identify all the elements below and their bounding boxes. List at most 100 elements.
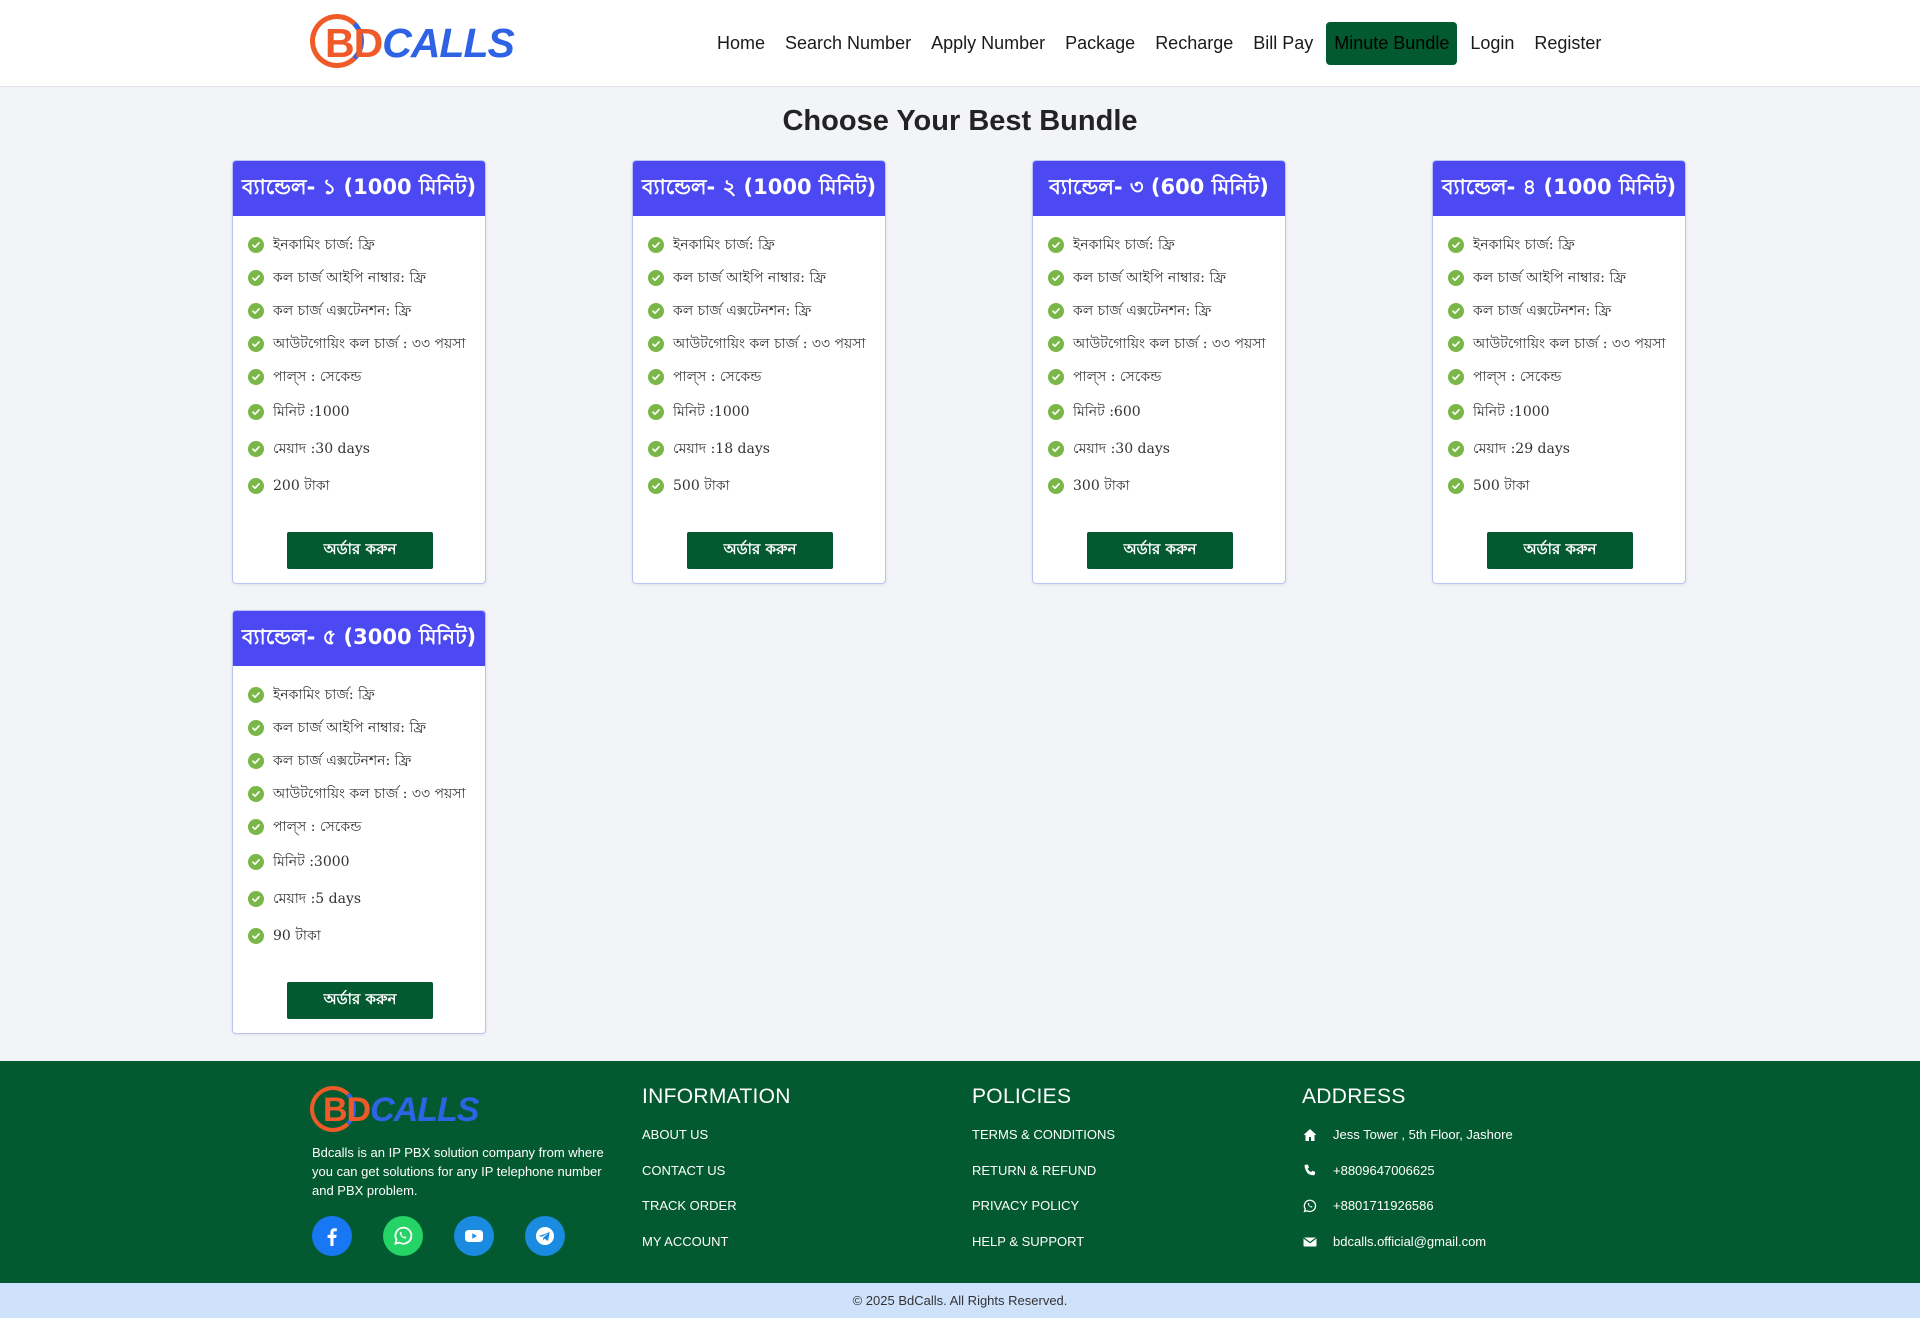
bundle-feature-text: কল চার্জ আইপি নাম্বার: ফ্রি [273,719,427,736]
footer-about-text: Bdcalls is an IP PBX solution company fr… [312,1145,604,1198]
address-phone-text[interactable]: +8809647006625 [1333,1163,1435,1178]
footer-link-terms[interactable]: TERMS & CONDITIONS [972,1127,1115,1163]
check-circle-icon [648,236,664,253]
youtube-icon[interactable] [454,1216,494,1256]
check-circle-icon [248,440,264,457]
order-button[interactable]: অর্ডার করুন [287,532,433,569]
check-circle-icon [648,403,664,420]
bundle-feature: কল চার্জ এক্সটেনশন: ফ্রি [1048,294,1285,327]
bundle-price-text: 200 টাকা [273,477,330,494]
order-button[interactable]: অর্ডার করুন [287,982,433,1019]
address-whatsapp: +8801711926586 [1302,1198,1513,1234]
nav-login[interactable]: Login [1460,22,1524,65]
bundle-feature: কল চার্জ আইপি নাম্বার: ফ্রি [1448,261,1685,294]
bundle-feature: কল চার্জ আইপি নাম্বার: ফ্রি [248,711,485,744]
bundle-feature-text: কল চার্জ আইপি নাম্বার: ফ্রি [273,269,427,286]
logo-bd-text: BD [323,1090,371,1129]
facebook-icon[interactable] [312,1216,352,1256]
address-phone: +8809647006625 [1302,1163,1513,1199]
information-heading: INFORMATION [642,1085,791,1108]
bundle-minutes: মিনিট :600 [1048,393,1285,430]
bundle-card: ব্যান্ডেল- ১ (1000 মিনিট) ইনকামিং চার্জ: … [232,160,486,584]
footer-link-return-refund[interactable]: RETURN & REFUND [972,1163,1115,1199]
address-whatsapp-text[interactable]: +8801711926586 [1333,1198,1434,1213]
footer-link-my-account[interactable]: MY ACCOUNT [642,1234,791,1270]
check-circle-icon [1448,335,1464,352]
check-circle-icon [648,302,664,319]
footer-address: ADDRESS Jess Tower , 5th Floor, Jashore … [1302,1085,1513,1269]
footer-link-contact-us[interactable]: CONTACT US [642,1163,791,1199]
bundle-feature-text: কল চার্জ এক্সটেনশন: ফ্রি [1073,302,1212,319]
bundle-feature-text: কল চার্জ আইপি নাম্বার: ফ্রি [673,269,827,286]
check-circle-icon [248,818,264,835]
footer-link-track-order[interactable]: TRACK ORDER [642,1198,791,1234]
footer-link-privacy[interactable]: PRIVACY POLICY [972,1198,1115,1234]
home-icon [1302,1127,1318,1143]
bundle-feature: কল চার্জ আইপি নাম্বার: ফ্রি [648,261,885,294]
bundle-validity: মেয়াদ :5 days [248,880,485,917]
bundle-validity-text: মেয়াদ :18 days [673,440,770,457]
bundle-feature-text: আউটগোয়িং কল চার্জ : ৩৩ পয়সা [273,785,466,802]
nav-apply-number[interactable]: Apply Number [921,22,1055,65]
logo-calls-text: CALLS [370,1090,479,1129]
check-circle-icon [248,686,264,703]
bundle-title: ব্যান্ডেল- ৩ (600 মিনিট) [1033,161,1285,216]
bundle-card: ব্যান্ডেল- ৩ (600 মিনিট) ইনকামিং চার্জ: ফ… [1032,160,1286,584]
address-email: bdcalls.official@gmail.com [1302,1234,1513,1270]
bundle-feature-text: কল চার্জ এক্সটেনশন: ফ্রি [273,752,412,769]
check-circle-icon [1448,269,1464,286]
address-location: Jess Tower , 5th Floor, Jashore [1302,1127,1513,1163]
bundle-feature: আউটগোয়িং কল চার্জ : ৩৩ পয়সা [1048,327,1285,360]
check-circle-icon [248,927,264,944]
bundle-minutes-text: মিনিট :1000 [673,403,750,420]
check-circle-icon [248,719,264,736]
bundle-title: ব্যান্ডেল- ২ (1000 মিনিট) [633,161,885,216]
bundle-minutes-text: মিনিট :600 [1073,403,1141,420]
site-footer: BD CALLS Bdcalls is an IP PBX solution co… [0,1061,1920,1283]
whatsapp-icon[interactable] [383,1216,423,1256]
mail-icon [1302,1234,1318,1250]
bundle-feature-text: ইনকামিং চার্জ: ফ্রি [1073,236,1175,253]
check-circle-icon [248,477,264,494]
order-button[interactable]: অর্ডার করুন [687,532,833,569]
bundle-validity: মেয়াদ :30 days [248,430,485,467]
footer-logo[interactable]: BD CALLS [310,1085,479,1135]
bundle-feature: ইনকামিং চার্জ: ফ্রি [648,228,885,261]
page-title: Choose Your Best Bundle [782,105,1138,137]
check-circle-icon [648,335,664,352]
bundle-feature-text: পাল্স : সেকেন্ড [673,368,762,385]
nav-recharge[interactable]: Recharge [1145,22,1243,65]
logo-bd-text: BD [325,19,383,66]
nav-home[interactable]: Home [707,22,775,65]
bundle-feature: কল চার্জ এক্সটেনশন: ফ্রি [648,294,885,327]
footer-policies: POLICIES TERMS & CONDITIONS RETURN & REF… [972,1085,1115,1269]
check-circle-icon [648,269,664,286]
nav-register[interactable]: Register [1524,22,1611,65]
check-circle-icon [248,269,264,286]
nav-package[interactable]: Package [1055,22,1145,65]
nav-bill-pay[interactable]: Bill Pay [1243,22,1323,65]
bundle-minutes-text: মিনিট :3000 [273,853,350,870]
bundle-minutes: মিনিট :1000 [248,393,485,430]
bundle-title: ব্যান্ডেল- ৪ (1000 মিনিট) [1433,161,1685,216]
bundle-price: 500 টাকা [648,467,885,504]
bundle-feature-list: ইনকামিং চার্জ: ফ্রি কল চার্জ আইপি নাম্বার… [233,666,485,954]
bundle-feature-text: কল চার্জ আইপি নাম্বার: ফ্রি [1473,269,1627,286]
order-button[interactable]: অর্ডার করুন [1087,532,1233,569]
address-email-text[interactable]: bdcalls.official@gmail.com [1333,1234,1486,1249]
nav-minute-bundle[interactable]: Minute Bundle [1326,22,1458,65]
telegram-icon[interactable] [525,1216,565,1256]
bundle-feature-text: আউটগোয়িং কল চার্জ : ৩৩ পয়সা [673,335,866,352]
check-circle-icon [1048,368,1064,385]
nav-search-number[interactable]: Search Number [775,22,921,65]
footer-link-about-us[interactable]: ABOUT US [642,1127,791,1163]
order-button[interactable]: অর্ডার করুন [1487,532,1633,569]
bundle-feature: আউটগোয়িং কল চার্জ : ৩৩ পয়সা [648,327,885,360]
footer-link-help-support[interactable]: HELP & SUPPORT [972,1234,1115,1270]
check-circle-icon [1448,403,1464,420]
bundle-validity: মেয়াদ :30 days [1048,430,1285,467]
bdcalls-logo[interactable]: BD CALLS [310,13,515,73]
bundle-feature: ইনকামিং চার্জ: ফ্রি [1448,228,1685,261]
check-circle-icon [248,752,264,769]
bundle-feature-text: আউটগোয়িং কল চার্জ : ৩৩ পয়সা [1473,335,1666,352]
